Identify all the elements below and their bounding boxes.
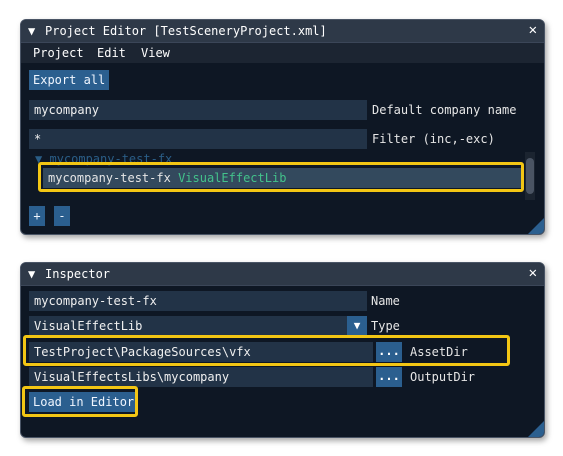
window-title: Project Editor [TestSceneryProject.xml] [45,24,327,38]
menu-bar: Project Edit View [21,43,544,63]
project-editor-window: ▼ Project Editor [TestSceneryProject.xml… [20,19,545,235]
resize-grip-icon[interactable] [528,421,544,437]
output-dir-browse-button[interactable]: ... [376,367,402,387]
menu-view[interactable]: View [141,46,170,60]
triangle-down-icon[interactable]: ▼ [28,24,35,38]
window-title: Inspector [45,267,111,281]
company-name-input[interactable]: mycompany [29,100,367,120]
menu-project[interactable]: Project [33,46,84,60]
company-name-label: Default company name [372,103,517,117]
tree-node-selected[interactable]: mycompany-test-fx VisualEffectLib [43,168,521,188]
close-icon[interactable]: ✕ [529,265,537,281]
scrollbar-thumb[interactable] [526,158,534,194]
filter-label: Filter (inc,-exc) [372,132,495,146]
output-dir-input[interactable]: VisualEffectsLibs\mycompany [29,367,373,387]
tree-node-parent[interactable]: ▼ mycompany-test-fx [35,152,172,166]
triangle-down-icon[interactable]: ▼ [28,267,35,281]
type-select[interactable]: VisualEffectLib [29,316,347,336]
add-item-button[interactable]: + [29,206,45,226]
export-all-button[interactable]: Export all [29,70,110,90]
filter-input[interactable]: * [29,129,367,149]
asset-dir-input[interactable]: TestProject\PackageSources\vfx [29,342,373,362]
inspector-window: ▼ Inspector ✕ mycompany-test-fx Name Vis… [20,262,545,438]
name-label: Name [371,294,400,308]
tree-node-name: mycompany-test-fx [48,171,171,185]
remove-item-button[interactable]: - [54,206,70,226]
asset-dir-label: AssetDir [410,345,468,359]
type-label: Type [371,319,400,333]
close-icon[interactable]: ✕ [529,22,537,38]
name-input[interactable]: mycompany-test-fx [29,291,367,311]
load-in-editor-button[interactable]: Load in Editor [29,392,139,412]
resize-grip-icon[interactable] [528,218,544,234]
project-editor-titlebar[interactable]: ▼ Project Editor [TestSceneryProject.xml… [21,20,544,43]
menu-edit[interactable]: Edit [97,46,126,60]
inspector-titlebar[interactable]: ▼ Inspector ✕ [21,263,544,286]
tree-expand-icon[interactable]: ▼ [35,152,49,166]
dropdown-arrow-icon[interactable]: ▼ [347,316,367,336]
tree-scrollbar[interactable] [525,152,535,200]
tree-node-type: VisualEffectLib [178,171,287,185]
asset-dir-browse-button[interactable]: ... [376,342,402,362]
output-dir-label: OutputDir [410,370,476,384]
